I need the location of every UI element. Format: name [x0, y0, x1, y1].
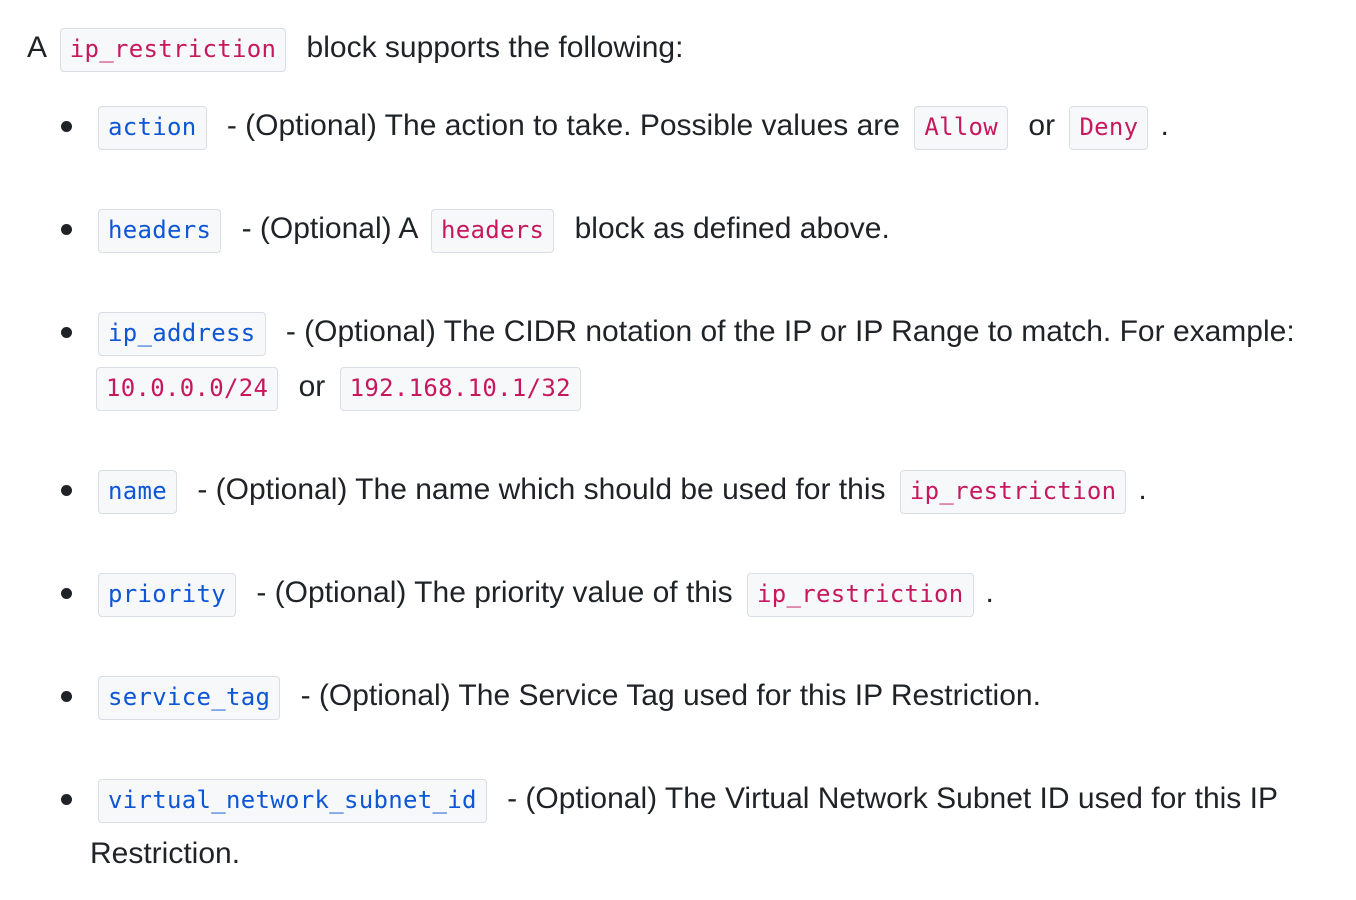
bullet-icon: [61, 691, 72, 702]
bullet-icon: [61, 794, 72, 805]
argument-list: action - (Optional) The action to take. …: [27, 99, 1347, 881]
argument-link-ip-address[interactable]: ip_address: [98, 312, 266, 356]
argument-description-end: block as defined above.: [574, 212, 890, 245]
argument-link-headers[interactable]: headers: [98, 209, 222, 253]
example-code-cidr-1: 10.0.0.0/24: [96, 367, 279, 411]
intro-prefix: A: [27, 31, 46, 64]
argument-link-name[interactable]: name: [98, 470, 177, 514]
period-text: .: [985, 576, 994, 609]
ip-restriction-code: ip_restriction: [899, 470, 1127, 514]
example-code-cidr-2: 192.168.10.1/32: [339, 367, 581, 411]
argument-item-headers: headers - (Optional) A headers block as …: [61, 202, 1347, 257]
headers-block-code: headers: [431, 209, 555, 253]
argument-item-name: name - (Optional) The name which should …: [61, 463, 1347, 518]
argument-description: - (Optional) The name which should be us…: [197, 473, 886, 506]
argument-link-service-tag[interactable]: service_tag: [98, 676, 281, 720]
argument-description: - (Optional) A: [241, 212, 417, 245]
bullet-icon: [61, 485, 72, 496]
ip-restriction-code: ip_restriction: [59, 28, 287, 72]
bullet-icon: [61, 224, 72, 235]
argument-item-ip-address: ip_address - (Optional) The CIDR notatio…: [61, 305, 1347, 415]
argument-item-service-tag: service_tag - (Optional) The Service Tag…: [61, 669, 1347, 724]
ip-restriction-code: ip_restriction: [747, 573, 974, 617]
argument-item-priority: priority - (Optional) The priority value…: [61, 566, 1347, 621]
argument-description: - (Optional) The CIDR notation of the IP…: [285, 315, 1295, 348]
period-text: .: [1138, 473, 1147, 506]
argument-description: - (Optional) The Service Tag used for th…: [300, 679, 1041, 712]
argument-link-virtual-network-subnet-id[interactable]: virtual_network_subnet_id: [98, 779, 487, 823]
period-text: .: [1160, 109, 1169, 142]
value-code-deny: Deny: [1069, 106, 1149, 150]
bullet-icon: [61, 327, 72, 338]
argument-reference-section: A ip_restriction block supports the foll…: [0, 0, 1347, 881]
argument-description: - (Optional) The action to take. Possibl…: [226, 109, 900, 142]
intro-suffix: block supports the following:: [306, 31, 684, 64]
argument-link-priority[interactable]: priority: [98, 573, 236, 617]
argument-description: - (Optional) The priority value of this: [256, 576, 733, 609]
value-code-allow: Allow: [914, 106, 1009, 150]
argument-item-virtual-network-subnet-id: virtual_network_subnet_id - (Optional) T…: [61, 772, 1347, 881]
argument-item-action: action - (Optional) The action to take. …: [61, 99, 1347, 154]
bullet-icon: [61, 588, 72, 599]
conjunction-text: or: [298, 370, 326, 403]
argument-link-action[interactable]: action: [98, 106, 207, 150]
conjunction-text: or: [1028, 109, 1056, 142]
block-intro: A ip_restriction block supports the foll…: [27, 20, 1347, 77]
bullet-icon: [61, 121, 72, 132]
